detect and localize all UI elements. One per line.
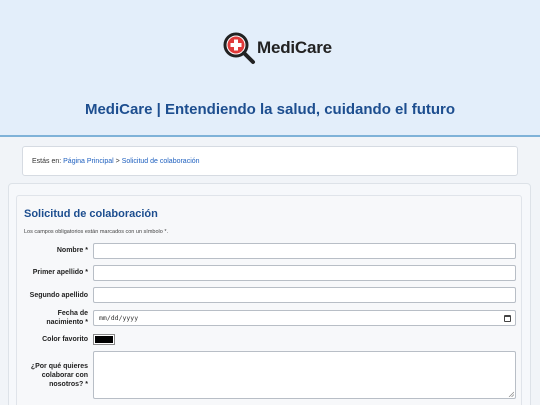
segundo-apellido-input[interactable] bbox=[93, 287, 516, 303]
segundo-apellido-label: Segundo apellido bbox=[29, 292, 88, 299]
date-placeholder: mm/dd/yyyy bbox=[99, 314, 139, 322]
color-favorito-picker[interactable] bbox=[93, 334, 115, 345]
logo[interactable]: MediCare bbox=[222, 31, 332, 65]
fecha-nacimiento-label: Fecha de nacimiento * bbox=[46, 310, 88, 326]
motivo-textarea[interactable] bbox=[93, 351, 516, 399]
breadcrumb-home-link[interactable]: Página Principal bbox=[63, 158, 114, 165]
motivo-label: ¿Por qué quieres colaborar con nosotros?… bbox=[30, 363, 88, 388]
site-header: MediCare MediCare | Entendiendo la salud… bbox=[0, 0, 540, 137]
breadcrumb-current-link[interactable]: Solicitud de colaboración bbox=[122, 158, 200, 165]
breadcrumb-separator: > bbox=[113, 158, 122, 165]
magnifier-cross-logo-icon bbox=[223, 32, 255, 64]
resize-handle-icon[interactable] bbox=[508, 391, 514, 397]
color-favorito-label: Color favorito bbox=[42, 336, 88, 343]
site-tagline: MediCare | Entendiendo la salud, cuidand… bbox=[84, 101, 456, 118]
breadcrumb-prefix: Estás en: bbox=[32, 158, 64, 165]
fecha-nacimiento-input[interactable]: mm/dd/yyyy bbox=[93, 310, 516, 326]
required-fields-note: Los campos obligatorios están marcados c… bbox=[24, 229, 168, 235]
nombre-input[interactable] bbox=[93, 243, 516, 259]
color-swatch-fill bbox=[95, 336, 113, 343]
logo-text: MediCare bbox=[257, 38, 332, 57]
calendar-icon[interactable] bbox=[504, 315, 511, 322]
breadcrumb: Estás en: Página Principal > Solicitud d… bbox=[22, 146, 518, 176]
primer-apellido-input[interactable] bbox=[93, 265, 516, 281]
nombre-label: Nombre * bbox=[56, 247, 88, 254]
form-title: Solicitud de colaboración bbox=[24, 208, 158, 220]
primer-apellido-label: Primer apellido * bbox=[32, 269, 88, 276]
